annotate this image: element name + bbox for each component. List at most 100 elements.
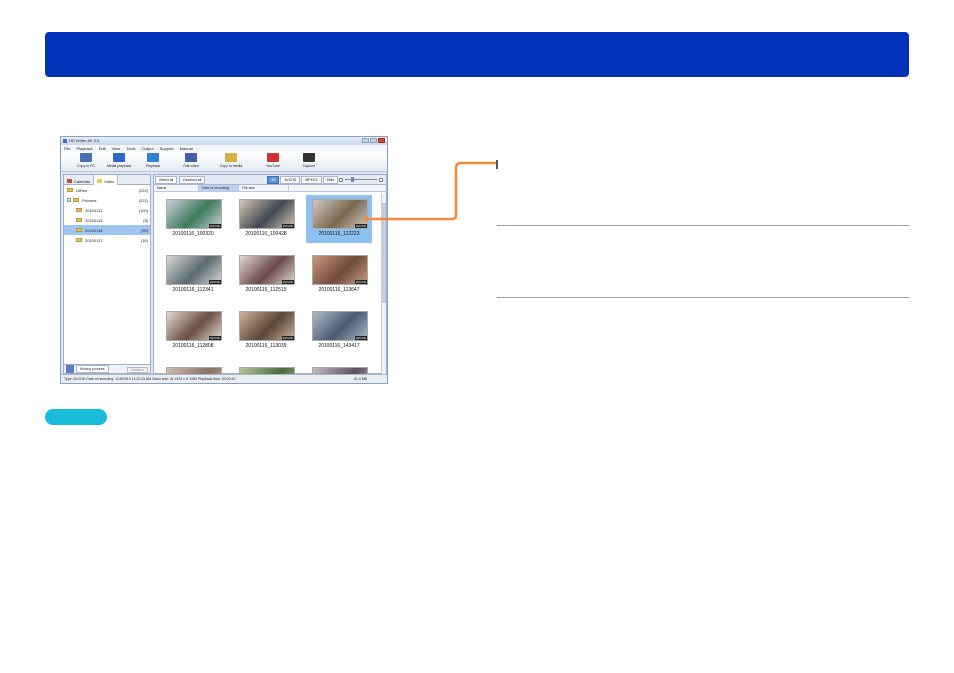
tree-item-count: (222) [138,198,148,203]
app-window-screenshot: HD Writer AE 2.6 File Playback Edit View Too… [60,136,388,384]
media-playback-icon [113,153,125,162]
hint-pill [45,409,107,425]
tree-item[interactable]: 20100116 (90) [64,225,150,235]
tree-item[interactable]: UtRes (222) [64,185,150,195]
menu-item-support[interactable]: Support [160,146,174,151]
tree-item[interactable]: − Pictures (222) [64,195,150,205]
filter-all[interactable]: All [267,176,280,184]
menu-item-edit[interactable]: Edit [99,146,106,151]
status-size: 51.5 MB [353,377,367,381]
menu-item-output[interactable]: Output [142,146,154,151]
tree-item-count: (100) [138,208,148,213]
playback-button[interactable]: Playback [133,153,173,168]
sort-column[interactable]: Name [154,185,199,191]
thumbnail-image: AVCHD [312,311,368,341]
video-folder-icon [97,179,103,183]
thumbnail-caption: 20100116_112515 [245,287,287,293]
thumbnail-image: AVCHD [239,199,295,229]
video-thumbnail[interactable]: AVCHD 20100116_100428 [233,195,299,243]
tree-item-label: 20100117 [85,237,103,243]
youtube-icon [267,153,279,162]
view-mode-dropdown[interactable]: Detailed [127,367,148,373]
folder-icon [76,238,82,242]
menu-item-manual[interactable]: Manual [180,146,193,151]
video-thumbnail[interactable]: AVCHD 20100116_113647 [306,251,372,299]
video-thumbnail[interactable]: AVCHD 20100116_100320 [160,195,226,243]
zoom-out-icon[interactable] [339,178,343,182]
menu-item-playback[interactable]: Playback [76,146,92,151]
thumbnail-pane: Select all Deselect all All AVCHD MPEG2 Sti… [153,174,387,383]
video-thumbnail[interactable]: AVCHD 20100116_112515 [233,251,299,299]
tree-item[interactable]: 20100115 (8) [64,215,150,225]
toolbar-label: Copy to PC [77,164,95,168]
tree-item[interactable]: 20100117 (16) [64,235,150,245]
main-toolbar: Copy to PC Media playback Playback Edit vid… [61,152,387,172]
format-badge: AVCHD [208,280,221,284]
filter-mpeg2[interactable]: MPEG2 [301,176,322,184]
minimize-icon[interactable] [362,138,369,143]
thumbnail-image: AVCHD [166,255,222,285]
menu-item-file[interactable]: File [64,146,70,151]
tree-item-label: 20100112 [85,207,103,213]
video-thumbnail[interactable]: AVCHD 20100116_143417 [306,307,372,355]
select-all-button[interactable]: Select all [155,175,178,184]
zoom-knob[interactable] [351,177,354,182]
tree-item-label: UtRes [76,187,88,193]
up-arrow-icon[interactable] [66,365,74,373]
sort-column[interactable]: File size [239,185,289,191]
format-filters: All AVCHD MPEG2 Stills [267,176,338,184]
thumbnail-caption: 20100116_113647 [318,287,360,293]
calendar-icon [67,179,72,183]
toolbar-label: Edit video [183,164,199,168]
format-badge: AVCHD [281,224,294,228]
tree-item-label: 20100115 [85,217,103,223]
toolbar-label: YouTube [266,164,280,168]
video-thumbnail[interactable]: AVCHD 20100116_113039 [233,307,299,355]
youtube-button[interactable]: YouTube [253,153,293,168]
page-header-banner [45,32,909,77]
format-badge: AVCHD [354,336,367,340]
left-tabs: Calendar Video [64,175,150,185]
folder-icon [67,188,73,192]
window-controls [362,138,385,143]
copy-to-media-button[interactable]: Copy to media [211,153,251,168]
tree-item-count: (16) [140,238,148,243]
tree-item[interactable]: 20100112 (100) [64,205,150,215]
annotation-rule-2 [497,297,909,298]
tab-calendar[interactable]: Calendar [64,175,95,185]
menu-bar: File Playback Edit View Tools Output Support Ma… [61,145,387,152]
thumbnail-caption: 20100116_143417 [318,343,360,349]
format-badge: AVCHD [354,280,367,284]
window-title-bar: HD Writer AE 2.6 [61,137,387,145]
format-badge: AVCHD [281,336,294,340]
video-thumbnail[interactable]: AVCHD 20100116_112341 [160,251,226,299]
annotation-marker [496,160,498,169]
maximize-icon[interactable] [370,138,377,143]
filter-avchd[interactable]: AVCHD [280,176,301,184]
deselect-all-button[interactable]: Deselect all [179,175,206,184]
thumbnail-caption: 20100116_113039 [245,343,287,349]
format-badge: AVCHD [281,280,294,284]
menu-item-view[interactable]: View [112,146,121,151]
menu-item-tools[interactable]: Tools [126,146,135,151]
capture-button[interactable]: Capture [289,153,329,168]
tab-video[interactable]: Video [94,175,119,185]
app-icon [63,139,67,143]
selection-bar: Select all Deselect all All AVCHD MPEG2 Sti… [154,175,386,185]
close-icon[interactable] [378,138,385,143]
edit-video-button[interactable]: Edit video [171,153,211,168]
sort-column[interactable]: Date of recording [199,185,239,191]
filter-stills[interactable]: Stills [322,176,338,184]
thumbnail-image: AVCHD [166,311,222,341]
folder-tree: UtRes (222) − Pictures (222) 20100112 (100) 201… [64,185,150,245]
folder-icon [73,198,79,202]
moving-pictures-tab[interactable]: Moving pictures [76,365,109,373]
thumbnail-image: AVCHD [312,255,368,285]
callout-line [366,161,496,221]
thumbnail-caption: 20100116_112341 [172,287,214,293]
thumbnail-image: AVCHD [166,199,222,229]
toolbar-label: Media playback [106,164,132,168]
collapse-icon[interactable]: − [67,198,71,202]
toolbar-label: Playback [145,164,161,168]
video-thumbnail[interactable]: AVCHD 20100116_112808 [160,307,226,355]
